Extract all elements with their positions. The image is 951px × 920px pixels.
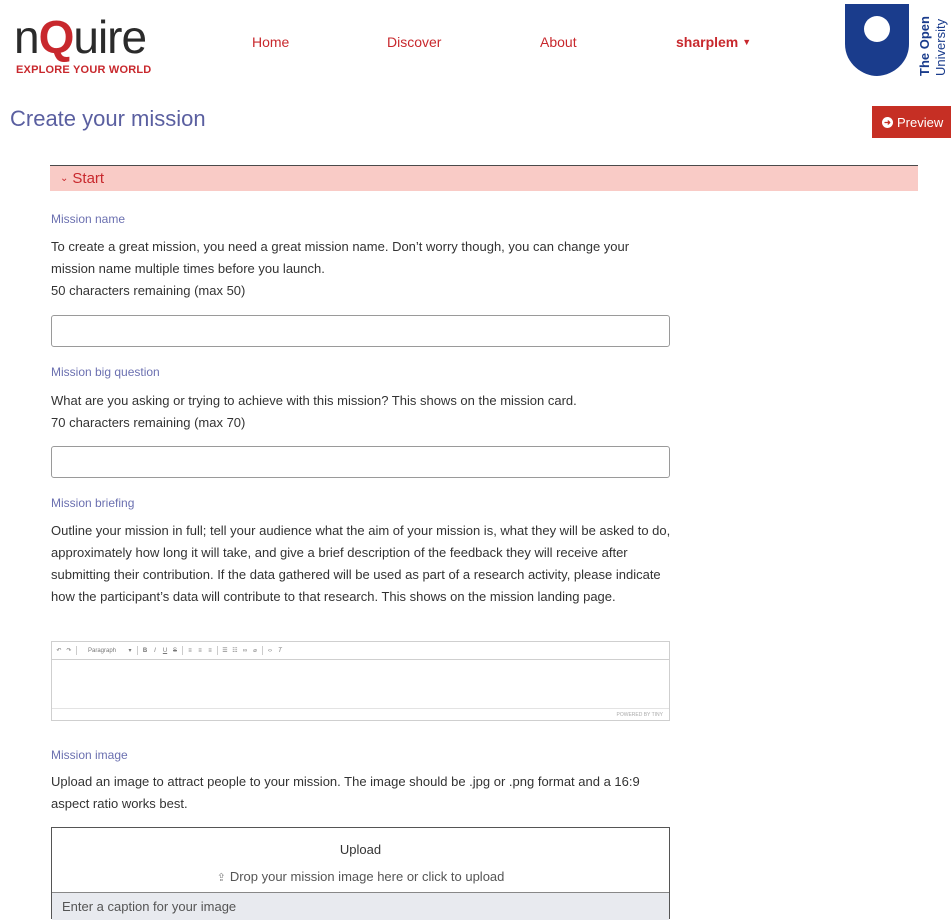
ou-wordmark: The Open University [917, 16, 948, 76]
nav-about[interactable]: About [540, 34, 577, 50]
circle-arrow-right-icon: ➜ [882, 116, 893, 128]
mission-name-counter: 50 characters remaining (max 50) [51, 283, 246, 298]
caret-down-icon: ▼ [742, 37, 752, 47]
underline-icon[interactable]: U [162, 648, 168, 654]
mission-name-input[interactable] [51, 315, 670, 347]
mission-question-help: What are you asking or trying to achieve… [51, 390, 671, 434]
user-name: sharplem [676, 34, 739, 50]
upload-icon: ⇪ [216, 872, 226, 884]
chevron-down-icon: ⌄ [60, 173, 69, 184]
unlink-icon[interactable]: ⌀ [252, 647, 258, 654]
mission-briefing-help: Outline your mission in full; tell your … [51, 523, 671, 604]
clear-formatting-icon[interactable]: T [277, 648, 283, 654]
mission-question-input[interactable] [51, 446, 670, 478]
mission-image-label: Mission image [51, 748, 128, 762]
page-title: Create your mission [10, 106, 206, 131]
mission-briefing-label: Mission briefing [51, 496, 135, 510]
paragraph-format-select[interactable]: Paragraph [81, 648, 123, 654]
mission-name-label: Mission name [51, 212, 126, 226]
nquire-logo[interactable]: nQuire EXPLORE YOUR WORLD [14, 14, 174, 78]
editor-status-bar: POWERED BY TINY [52, 708, 669, 721]
user-menu[interactable]: sharplem ▼ [676, 34, 751, 50]
nav-discover[interactable]: Discover [387, 34, 441, 50]
mission-name-help: To create a great mission, you need a gr… [51, 236, 671, 302]
numbered-list-icon[interactable]: ☷ [232, 647, 238, 654]
open-university-logo[interactable]: The Open University [845, 4, 951, 78]
preview-label: Preview [897, 114, 944, 130]
mission-question-help-text: What are you asking or trying to achieve… [51, 393, 577, 408]
logo-wordmark: nQuire [14, 11, 147, 63]
svg-text:University: University [933, 18, 948, 76]
ou-shield-icon [845, 4, 909, 76]
image-upload-dropzone[interactable]: Upload ⇪ Drop your mission image here or … [51, 827, 670, 920]
svg-text:The Open: The Open [917, 16, 932, 76]
briefing-rich-text-editor[interactable]: ↶ ↷ Paragraph ▾ B I U S ≡ ≡ ≡ ☰ ☷ ∞ ⌀ ‹›… [51, 641, 670, 721]
preview-button[interactable]: ➜ Preview [872, 106, 951, 138]
section-title: Start [72, 170, 105, 187]
section-start-header[interactable]: ⌄ Start [50, 165, 918, 191]
undo-icon[interactable]: ↶ [56, 647, 62, 654]
code-icon[interactable]: ‹› [267, 648, 273, 654]
strikethrough-icon[interactable]: S [172, 648, 178, 654]
image-caption-input[interactable]: Enter a caption for your image [52, 892, 669, 920]
upload-drop-label: Drop your mission image here or click to… [229, 869, 505, 884]
italic-icon[interactable]: I [152, 648, 158, 654]
editor-content-area[interactable] [52, 660, 669, 708]
link-icon[interactable]: ∞ [242, 648, 248, 654]
align-left-icon[interactable]: ≡ [187, 648, 193, 654]
redo-icon[interactable]: ↷ [66, 647, 72, 654]
align-center-icon[interactable]: ≡ [197, 648, 203, 654]
editor-toolbar: ↶ ↷ Paragraph ▾ B I U S ≡ ≡ ≡ ☰ ☷ ∞ ⌀ ‹›… [52, 642, 669, 660]
nav-home[interactable]: Home [252, 34, 289, 50]
dropdown-icon[interactable]: ▾ [127, 647, 133, 654]
logo-tagline: EXPLORE YOUR WORLD [16, 64, 152, 76]
mission-question-counter: 70 characters remaining (max 70) [51, 415, 246, 430]
upload-title: Upload [339, 842, 382, 857]
align-right-icon[interactable]: ≡ [207, 648, 213, 654]
bullet-list-icon[interactable]: ☰ [222, 647, 228, 654]
bold-icon[interactable]: B [142, 648, 148, 654]
mission-image-help: Upload an image to attract people to you… [51, 774, 640, 811]
mission-question-label: Mission big question [51, 365, 160, 379]
upload-drop-text: ⇪ Drop your mission image here or click t… [52, 869, 669, 884]
mission-name-help-text: To create a great mission, you need a gr… [51, 239, 630, 276]
